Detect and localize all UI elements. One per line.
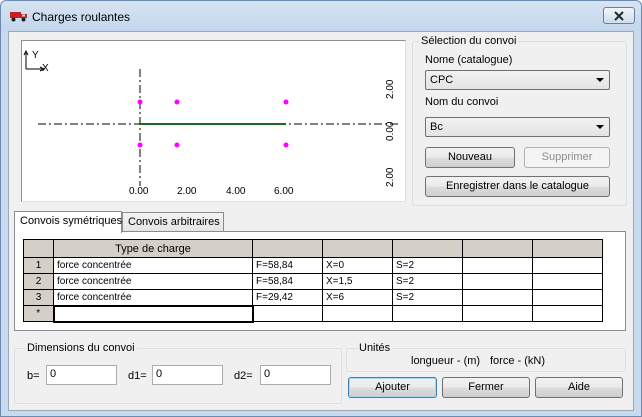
units-legend: Unités bbox=[357, 342, 393, 354]
grid-cell[interactable] bbox=[532, 273, 603, 290]
position-cell[interactable]: X=1,5 bbox=[322, 273, 393, 290]
table-row: 2 force concentrée F=58,84 X=1,5 S=2 bbox=[23, 273, 603, 290]
chevron-down-icon bbox=[596, 125, 604, 129]
row-header[interactable]: 2 bbox=[23, 273, 54, 290]
new-row-header[interactable]: * bbox=[23, 305, 54, 322]
load-type-cell[interactable]: force concentrée bbox=[53, 257, 253, 274]
catalog-name-label: Nome (catalogue) bbox=[425, 54, 513, 66]
spacing-cell[interactable]: S=2 bbox=[392, 289, 463, 306]
convoy-selection-legend: Sélection du convoi bbox=[419, 35, 519, 47]
load-marker bbox=[283, 99, 289, 105]
column-header[interactable] bbox=[462, 239, 533, 258]
force-cell[interactable]: F=58,84 bbox=[252, 257, 323, 274]
table-row: 1 force concentrée F=58,84 X=0 S=2 bbox=[23, 257, 603, 274]
axis-indicator: Y X bbox=[23, 49, 49, 74]
load-type-cell[interactable]: force concentrée bbox=[53, 289, 253, 306]
x-tick-label: 0.00 bbox=[129, 186, 149, 197]
table-row: * bbox=[23, 304, 603, 323]
spacing-cell[interactable]: S=2 bbox=[392, 257, 463, 274]
tab-arbitrary-convoys[interactable]: Convois arbitraires bbox=[122, 212, 224, 232]
grid-cell[interactable] bbox=[462, 305, 533, 322]
grid-cell[interactable] bbox=[392, 305, 463, 322]
grid-cell[interactable] bbox=[532, 289, 603, 306]
load-marker bbox=[137, 99, 143, 105]
dialog-window: Charges roulantes Y X 0.00 2.00 4.00 6.0… bbox=[0, 0, 642, 417]
y-tick-label: 2.00 bbox=[385, 79, 396, 99]
close-button[interactable]: Fermer bbox=[442, 377, 530, 398]
convoy-name-label: Nom du convoi bbox=[425, 96, 499, 108]
truck-icon bbox=[10, 12, 27, 22]
convoy-selection-group: Sélection du convoi Nome (catalogue) CPC… bbox=[412, 35, 627, 206]
save-to-catalog-button[interactable]: Enregistrer dans le catalogue bbox=[425, 176, 610, 197]
convoy-name-combo[interactable]: Bc bbox=[425, 117, 610, 137]
close-icon bbox=[614, 10, 624, 21]
grid-cell[interactable] bbox=[532, 305, 603, 322]
title-bar: Charges roulantes bbox=[1, 1, 641, 31]
spacing-cell[interactable]: S=2 bbox=[392, 273, 463, 290]
dialog-client: Y X 0.00 2.00 4.00 6.00 2.00 0.00 2.00 S… bbox=[8, 31, 634, 411]
delete-convoy-button[interactable]: Supprimer bbox=[524, 147, 610, 168]
window-title: Charges roulantes bbox=[32, 10, 131, 24]
grid-cell[interactable] bbox=[462, 257, 533, 274]
x-tick-label: 4.00 bbox=[226, 186, 246, 197]
row-header[interactable]: 3 bbox=[23, 289, 54, 306]
grid-corner-header bbox=[23, 239, 54, 258]
force-unit-label: force - (kN) bbox=[490, 355, 545, 367]
force-cell[interactable]: F=29,42 bbox=[252, 289, 323, 306]
b-input[interactable]: 0 bbox=[46, 365, 117, 385]
tab-panel-symmetric: Type de charge 1 force concentrée F=58,8… bbox=[14, 231, 626, 331]
load-marker bbox=[174, 99, 180, 105]
grid-cell[interactable] bbox=[252, 305, 323, 322]
load-grid: Type de charge 1 force concentrée F=58,8… bbox=[23, 239, 603, 323]
help-button[interactable]: Aide bbox=[535, 377, 623, 398]
tab-symmetric-convoys[interactable]: Convois symétriques bbox=[14, 211, 122, 233]
d1-input[interactable]: 0 bbox=[152, 365, 223, 385]
type-header[interactable]: Type de charge bbox=[53, 239, 253, 258]
column-header[interactable] bbox=[532, 239, 603, 258]
position-cell[interactable]: X=0 bbox=[322, 257, 393, 274]
dimensions-group: Dimensions du convoi b= 0 d1= 0 d2= 0 bbox=[14, 342, 342, 404]
position-cell[interactable]: X=6 bbox=[322, 289, 393, 306]
new-row-type-cell[interactable] bbox=[52, 304, 254, 323]
axis-x-label: X bbox=[42, 63, 49, 74]
grid-header-row: Type de charge bbox=[23, 239, 603, 258]
load-marker bbox=[283, 142, 289, 148]
grid-cell[interactable] bbox=[462, 273, 533, 290]
load-marker bbox=[174, 142, 180, 148]
add-button[interactable]: Ajouter bbox=[348, 377, 437, 398]
catalog-name-combo[interactable]: CPC bbox=[425, 70, 610, 90]
table-row: 3 force concentrée F=29,42 X=6 S=2 bbox=[23, 289, 603, 306]
grid-cell[interactable] bbox=[322, 305, 393, 322]
grid-cell[interactable] bbox=[532, 257, 603, 274]
catalog-name-value: CPC bbox=[430, 74, 454, 86]
column-header[interactable] bbox=[252, 239, 323, 258]
axis-y-label: Y bbox=[32, 50, 39, 61]
units-group: Unités longueur - (m) force - (kN) bbox=[346, 342, 626, 372]
preview-canvas: Y X 0.00 2.00 4.00 6.00 2.00 0.00 2.00 bbox=[23, 49, 400, 197]
x-tick-label: 6.00 bbox=[274, 186, 294, 197]
convoy-preview: Y X 0.00 2.00 4.00 6.00 2.00 0.00 2.00 bbox=[21, 40, 406, 202]
y-tick-label: 2.00 bbox=[385, 167, 396, 187]
convoy-name-value: Bc bbox=[430, 121, 443, 133]
close-window-button[interactable] bbox=[603, 7, 635, 24]
column-header[interactable] bbox=[322, 239, 393, 258]
load-type-cell[interactable]: force concentrée bbox=[53, 273, 253, 290]
force-cell[interactable]: F=58,84 bbox=[252, 273, 323, 290]
column-header[interactable] bbox=[392, 239, 463, 258]
dimensions-legend: Dimensions du convoi bbox=[25, 342, 137, 354]
d2-label: d2= bbox=[234, 370, 253, 382]
x-tick-label: 2.00 bbox=[177, 186, 197, 197]
y-tick-label: 0.00 bbox=[385, 121, 396, 141]
length-unit-label: longueur - (m) bbox=[411, 355, 481, 367]
b-label: b= bbox=[27, 370, 40, 382]
new-convoy-button[interactable]: Nouveau bbox=[425, 147, 515, 168]
chevron-down-icon bbox=[596, 78, 604, 82]
d2-input[interactable]: 0 bbox=[260, 365, 331, 385]
grid-cell[interactable] bbox=[462, 289, 533, 306]
load-marker bbox=[137, 142, 143, 148]
d1-label: d1= bbox=[128, 370, 147, 382]
row-header[interactable]: 1 bbox=[23, 257, 54, 274]
